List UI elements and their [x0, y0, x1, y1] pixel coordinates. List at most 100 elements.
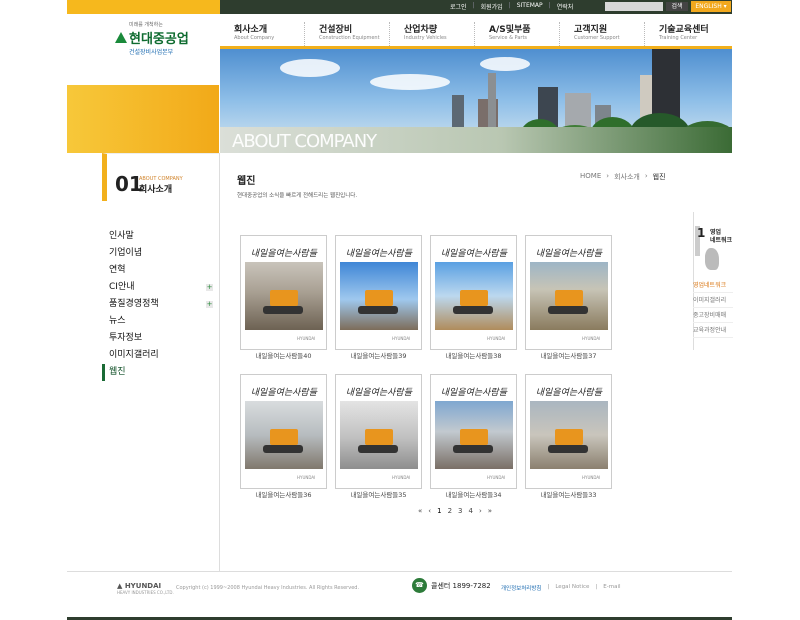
sitemap-link[interactable]: SITEMAP	[517, 2, 543, 11]
webzine-caption[interactable]: 내일을여는사람들38	[430, 350, 517, 360]
nav-item-4[interactable]: 고객지원 Customer Support	[560, 22, 645, 46]
cover-photo	[340, 262, 418, 330]
cover-title: 내일을여는사람들	[440, 249, 507, 259]
nav-item-english: About Company	[234, 35, 275, 41]
page-prev[interactable]: ‹	[428, 507, 431, 515]
nav-item-english: Customer Support	[574, 35, 620, 41]
login-link[interactable]: 로그인	[450, 2, 467, 11]
cover-title: 내일을여는사람들	[250, 388, 317, 398]
webzine-cover-4[interactable]: 내일을여는사람들 HYUNDAI	[240, 374, 327, 489]
quick-number: 1	[697, 226, 706, 240]
page-title: 웹진	[237, 176, 256, 187]
webzine-caption[interactable]: 내일을여는사람들33	[525, 489, 612, 499]
cover-photo	[435, 401, 513, 469]
webzine-cover-3[interactable]: 내일을여는사람들 HYUNDAI	[525, 235, 612, 350]
sidebar-item-1[interactable]: 기업이념	[102, 245, 217, 262]
sidebar-item-3[interactable]: CI안내 +	[102, 279, 217, 296]
search-input[interactable]	[605, 2, 663, 11]
privacy-link[interactable]: 개인정보처리방침	[501, 584, 541, 592]
webzine-caption[interactable]: 내일을여는사람들36	[240, 489, 327, 499]
nav-item-english: Service & Parts	[489, 35, 528, 41]
page-description: 현대중공업의 소식을 빠르게 전해드리는 웹진입니다.	[237, 193, 358, 199]
page-last[interactable]: »	[488, 507, 492, 515]
webzine-cover-7[interactable]: 내일을여는사람들 HYUNDAI	[525, 374, 612, 489]
company-logo[interactable]: 미래를 개척하는 현대중공업 건설장비사업본부	[115, 21, 210, 56]
sidebar-item-label: 인사말	[109, 231, 134, 241]
breadcrumb-section[interactable]: 회사소개	[614, 172, 640, 182]
cover-title: 내일을여는사람들	[345, 388, 412, 398]
callcenter: ☎ 콜센터 1899-7282	[412, 578, 491, 593]
webzine-caption[interactable]: 내일을여는사람들39	[335, 350, 422, 360]
korea-map-icon[interactable]	[705, 248, 719, 270]
hero-banner: ABOUT COMPANY	[220, 49, 732, 153]
nav-item-0[interactable]: 회사소개 About Company	[220, 22, 305, 46]
legal-link[interactable]: Legal Notice	[555, 584, 589, 592]
cover-title: 내일을여는사람들	[250, 249, 317, 259]
footer: ▲ HYUNDAI HEAVY INDUSTRIES CO.,LTD. Copyr…	[67, 571, 732, 604]
main-navigation: 회사소개 About Company 건설장비 Construction Equipm…	[220, 22, 732, 46]
callcenter-number: 콜센터 1899-7282	[431, 581, 491, 590]
quick-link-2[interactable]: 중고장비매매	[693, 308, 733, 323]
quick-title[interactable]: 영업 네트워크	[710, 229, 732, 245]
quick-link-0[interactable]: 영업네트워크	[693, 278, 733, 293]
sidebar-item-2[interactable]: 연혁	[102, 262, 217, 279]
nav-item-3[interactable]: A/S및부품 Service & Parts	[475, 22, 560, 46]
sidebar-item-label: 투자정보	[109, 333, 143, 343]
webzine-cover-2[interactable]: 내일을여는사람들 HYUNDAI	[430, 235, 517, 350]
top-accent-strip	[67, 0, 220, 14]
utility-links: 로그인 | 회원가입 | SITEMAP | 연락처	[450, 2, 574, 11]
page-first[interactable]: «	[418, 507, 422, 515]
logo-triangle-icon	[115, 32, 127, 43]
sidebar-item-6[interactable]: 투자정보	[102, 330, 217, 347]
webzine-caption[interactable]: 내일을여는사람들34	[430, 489, 517, 499]
webzine-caption[interactable]: 내일을여는사람들40	[240, 350, 327, 360]
sidebar-item-8[interactable]: 웹진	[102, 364, 217, 381]
side-yellow-block	[67, 85, 219, 153]
webzine-cover-6[interactable]: 내일을여는사람들 HYUNDAI	[430, 374, 517, 489]
page-2[interactable]: 2	[448, 507, 452, 515]
search-button[interactable]: 검색	[666, 2, 688, 11]
sidebar-item-4[interactable]: 품질경영정책 +	[102, 296, 217, 313]
webzine-cover-5[interactable]: 내일을여는사람들 HYUNDAI	[335, 374, 422, 489]
sidebar-item-5[interactable]: 뉴스	[102, 313, 217, 330]
cover-photo	[340, 401, 418, 469]
webzine-caption[interactable]: 내일을여는사람들37	[525, 350, 612, 360]
expand-plus-icon[interactable]: +	[206, 301, 213, 308]
nav-item-label: A/S및부품	[489, 25, 531, 35]
cover-title: 내일을여는사람들	[440, 388, 507, 398]
page-3[interactable]: 3	[458, 507, 462, 515]
section-header: 01 ABOUT COMPANY 회사소개	[102, 153, 219, 201]
cover-photo	[530, 401, 608, 469]
page-4[interactable]: 4	[469, 507, 473, 515]
webzine-cover-0[interactable]: 내일을여는사람들 HYUNDAI	[240, 235, 327, 350]
language-select[interactable]: ENGLISH ▾	[691, 1, 731, 12]
nav-item-5[interactable]: 기술교육센터 Training Center	[645, 22, 730, 46]
nav-item-1[interactable]: 건설장비 Construction Equipment	[305, 22, 390, 46]
nav-item-english: Construction Equipment	[319, 35, 380, 41]
expand-plus-icon[interactable]: +	[206, 284, 213, 291]
quick-link-1[interactable]: 이미지갤러리	[693, 293, 733, 308]
page-1[interactable]: 1	[437, 507, 441, 515]
logo-division: 건설장비사업본부	[129, 49, 174, 56]
webzine-cover-1[interactable]: 내일을여는사람들 HYUNDAI	[335, 235, 422, 350]
email-link[interactable]: E-mail	[603, 584, 620, 592]
webzine-caption[interactable]: 내일을여는사람들35	[335, 489, 422, 499]
nav-item-label: 기술교육센터	[659, 25, 709, 35]
sidebar-item-0[interactable]: 인사말	[102, 228, 217, 245]
nav-item-2[interactable]: 산업차량 Industry Vehicles	[390, 22, 475, 46]
nav-item-label: 회사소개	[234, 25, 268, 35]
sidebar-item-label: CI안내	[109, 282, 135, 292]
sidebar-item-7[interactable]: 이미지갤러리	[102, 347, 217, 364]
nav-item-label: 고객지원	[574, 25, 608, 35]
cover-photo	[435, 262, 513, 330]
cover-title: 내일을여는사람들	[345, 249, 412, 259]
page-next[interactable]: ›	[479, 507, 482, 515]
sidebar-item-label: 뉴스	[109, 316, 126, 326]
cover-photo	[245, 262, 323, 330]
top-utility-bar: 로그인 | 회원가입 | SITEMAP | 연락처 검색 ENGLISH ▾	[220, 0, 732, 14]
sidebar-item-label: 이미지갤러리	[109, 350, 159, 360]
signup-link[interactable]: 회원가입	[481, 2, 503, 11]
quick-link-3[interactable]: 교육과정안내	[693, 323, 733, 338]
contact-link[interactable]: 연락처	[557, 2, 574, 11]
breadcrumb-home[interactable]: HOME	[580, 172, 601, 182]
